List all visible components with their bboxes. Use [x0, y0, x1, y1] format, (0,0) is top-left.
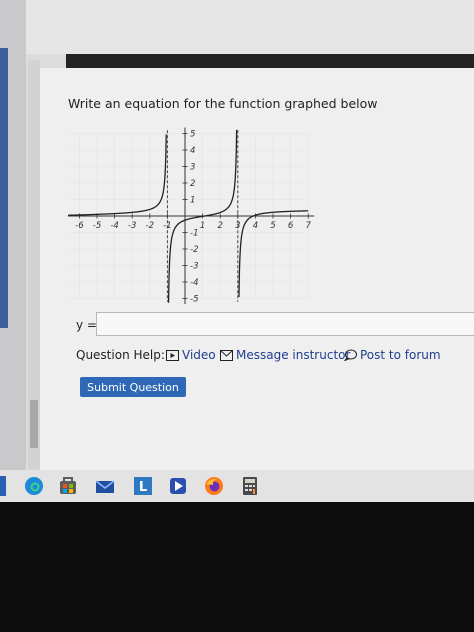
x-tick-label: 2	[217, 221, 222, 231]
taskbar: L	[0, 470, 474, 502]
question-prompt: Write an equation for the function graph…	[68, 96, 378, 111]
post-to-forum-link[interactable]: Post to forum	[344, 348, 441, 362]
video-icon	[166, 349, 179, 361]
calculator-icon[interactable]	[240, 476, 260, 496]
video-label: Video	[182, 348, 216, 362]
x-tick-label: -1	[163, 221, 171, 231]
post-to-forum-label: Post to forum	[360, 348, 441, 362]
x-tick-label: -3	[128, 221, 136, 231]
x-tick-label: -2	[146, 221, 154, 231]
x-tick-label: -5	[93, 221, 101, 231]
edge-icon[interactable]	[24, 476, 44, 496]
message-instructor-link[interactable]: Message instructor	[220, 348, 350, 362]
function-graph: -7-6-5-4-3-2-1123456754321-1-2-3-4-5	[68, 127, 315, 305]
speech-bubble-icon	[344, 349, 357, 361]
x-tick-label: 7	[305, 221, 311, 231]
y-tick-label: -3	[190, 262, 198, 272]
answer-label: y =	[76, 318, 97, 332]
scrollbar-thumb[interactable]	[30, 400, 38, 448]
left-branch	[68, 134, 167, 216]
answer-input[interactable]	[96, 312, 474, 336]
y-tick-label: -5	[190, 295, 198, 305]
y-tick-label: 1	[190, 196, 195, 206]
y-tick-label: 3	[190, 163, 195, 173]
launcher-l-icon[interactable]: L	[133, 476, 153, 496]
store-icon[interactable]	[58, 476, 78, 496]
x-tick-label: 3	[235, 221, 240, 231]
y-tick-label: 4	[190, 146, 195, 156]
media-icon[interactable]	[168, 476, 188, 496]
firefox-icon[interactable]	[204, 476, 224, 496]
y-tick-label: -2	[190, 245, 198, 255]
monitor-bezel	[0, 502, 474, 632]
browser-top-area	[26, 0, 474, 54]
left-panel-accent	[0, 48, 8, 328]
taskbar-edge-marker	[0, 476, 6, 496]
message-instructor-label: Message instructor	[236, 348, 351, 362]
graph-ticks: -7-6-5-4-3-2-1123456754321-1-2-3-4-5	[75, 130, 311, 305]
mail-icon[interactable]	[95, 476, 115, 496]
submit-question-button[interactable]: Submit Question	[80, 377, 186, 397]
x-tick-label: -4	[110, 221, 118, 231]
x-tick-label: 6	[288, 221, 294, 231]
y-tick-label: 5	[190, 130, 195, 140]
y-tick-label: -4	[190, 278, 198, 288]
x-tick-label: 1	[200, 221, 205, 231]
question-help-label: Question Help:	[76, 348, 165, 362]
x-tick-label: 4	[253, 221, 258, 231]
envelope-icon	[220, 349, 233, 361]
y-tick-label: -1	[190, 229, 198, 239]
video-link[interactable]: Video	[166, 348, 216, 362]
x-tick-label: 5	[270, 221, 275, 231]
y-tick-label: 2	[190, 179, 195, 189]
page-header-bar	[66, 54, 474, 68]
launcher-letter: L	[139, 480, 147, 495]
x-tick-label: -6	[75, 221, 84, 231]
